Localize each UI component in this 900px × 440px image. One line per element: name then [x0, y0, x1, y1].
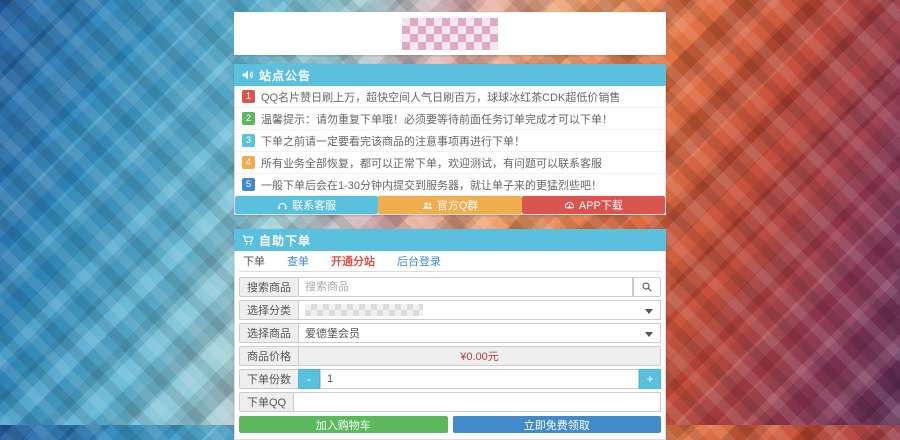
notice-badge: 5 — [242, 178, 255, 191]
cloud-download-icon — [564, 200, 575, 211]
search-icon — [641, 281, 653, 293]
app-download-label: APP下载 — [579, 197, 623, 213]
order-tabs: 下单 查单 开通分站 后台登录 — [239, 251, 661, 272]
headset-icon — [277, 200, 288, 211]
quantity-row: 下单份数 - + — [239, 369, 661, 389]
quantity-input[interactable] — [320, 369, 639, 389]
order-body: 下单 查单 开通分站 后台登录 搜索商品 选择分类 选择商 — [234, 251, 666, 440]
category-select[interactable] — [298, 300, 661, 320]
notice-item: 4 所有业务全部恢复，都可以正常下单，欢迎测试，有问题可以联系客服 — [235, 152, 665, 174]
announcement-list: 1 QQ名片赞日刷上万，超快空间人气日刷百万，球球冰红茶CDK超低价销售 2 温… — [234, 86, 666, 215]
qq-input[interactable] — [293, 392, 661, 412]
search-product-label: 搜索商品 — [239, 277, 298, 297]
notice-text: 温馨提示：请勿重复下单哦！必须要等待前面任务订单完成才可以下单！ — [261, 111, 613, 127]
search-button[interactable] — [633, 277, 661, 297]
official-qq-group-button[interactable]: 官方Q群 — [378, 196, 521, 214]
quantity-decrease-button[interactable]: - — [298, 369, 320, 389]
speaker-icon — [242, 69, 254, 81]
product-label: 选择商品 — [239, 323, 298, 343]
search-product-input[interactable] — [298, 277, 633, 297]
product-select[interactable]: 爱德堡会员 — [298, 323, 661, 343]
app-download-button[interactable]: APP下载 — [522, 196, 665, 214]
order-panel: 自助下单 下单 查单 开通分站 后台登录 搜索商品 选择分类 — [234, 229, 666, 440]
announcement-header: 站点公告 — [234, 64, 666, 86]
contact-support-button[interactable]: 联系客服 — [235, 196, 378, 214]
notice-badge: 4 — [242, 156, 255, 169]
notice-badge: 1 — [242, 90, 255, 103]
tab-place-order[interactable]: 下单 — [243, 253, 265, 269]
price-label: 商品价格 — [239, 346, 298, 366]
search-product-row: 搜索商品 — [239, 277, 661, 297]
price-value: ¥0.00元 — [298, 346, 661, 366]
notice-item: 5 一般下单后会在1-30分钟内提交到服务器，就让单子来的更猛烈些吧！ — [235, 174, 665, 196]
page-container: 站点公告 1 QQ名片赞日刷上万，超快空间人气日刷百万，球球冰红茶CDK超低价销… — [234, 0, 666, 440]
category-label: 选择分类 — [239, 300, 298, 320]
notice-item: 3 下单之前请一定要看完该商品的注意事项再进行下单！ — [235, 130, 665, 152]
qq-label: 下单QQ — [239, 392, 293, 412]
announcement-panel: 站点公告 1 QQ名片赞日刷上万，超快空间人气日刷百万，球球冰红茶CDK超低价销… — [234, 64, 666, 215]
notice-text: 下单之前请一定要看完该商品的注意事项再进行下单！ — [261, 133, 525, 149]
contact-support-label: 联系客服 — [292, 197, 336, 213]
cart-icon — [242, 234, 254, 246]
tab-check-order[interactable]: 查单 — [287, 253, 309, 269]
quantity-increase-button[interactable]: + — [639, 369, 661, 389]
product-selected-value: 爱德堡会员 — [305, 325, 360, 341]
notice-text: QQ名片赞日刷上万，超快空间人气日刷百万，球球冰红茶CDK超低价销售 — [261, 89, 620, 105]
order-title: 自助下单 — [259, 232, 311, 249]
chevron-down-icon — [645, 332, 653, 337]
announcement-title: 站点公告 — [259, 67, 311, 84]
notice-badge: 2 — [242, 112, 255, 125]
notice-item: 2 温馨提示：请勿重复下单哦！必须要等待前面任务订单完成才可以下单！ — [235, 108, 665, 130]
site-logo — [402, 18, 498, 50]
notice-text: 一般下单后会在1-30分钟内提交到服务器，就让单子来的更猛烈些吧！ — [261, 177, 602, 193]
qq-row: 下单QQ — [239, 392, 661, 412]
category-row: 选择分类 — [239, 300, 661, 320]
site-header — [234, 12, 666, 55]
product-row: 选择商品 爱德堡会员 — [239, 323, 661, 343]
notice-badge: 3 — [242, 134, 255, 147]
category-selected-value — [305, 304, 423, 316]
chevron-down-icon — [645, 309, 653, 314]
notice-item: 1 QQ名片赞日刷上万，超快空间人气日刷百万，球球冰红茶CDK超低价销售 — [235, 86, 665, 108]
price-row: 商品价格 ¥0.00元 — [239, 346, 661, 366]
order-header: 自助下单 — [234, 229, 666, 251]
quantity-label: 下单份数 — [239, 369, 298, 389]
tab-admin-login[interactable]: 后台登录 — [397, 253, 441, 269]
users-icon — [422, 200, 433, 211]
notice-text: 所有业务全部恢复，都可以正常下单，欢迎测试，有问题可以联系客服 — [261, 155, 602, 171]
official-qq-group-label: 官方Q群 — [437, 197, 479, 213]
tab-open-substation[interactable]: 开通分站 — [331, 253, 375, 269]
contact-buttons-row: 联系客服 官方Q群 APP下载 — [235, 196, 665, 214]
